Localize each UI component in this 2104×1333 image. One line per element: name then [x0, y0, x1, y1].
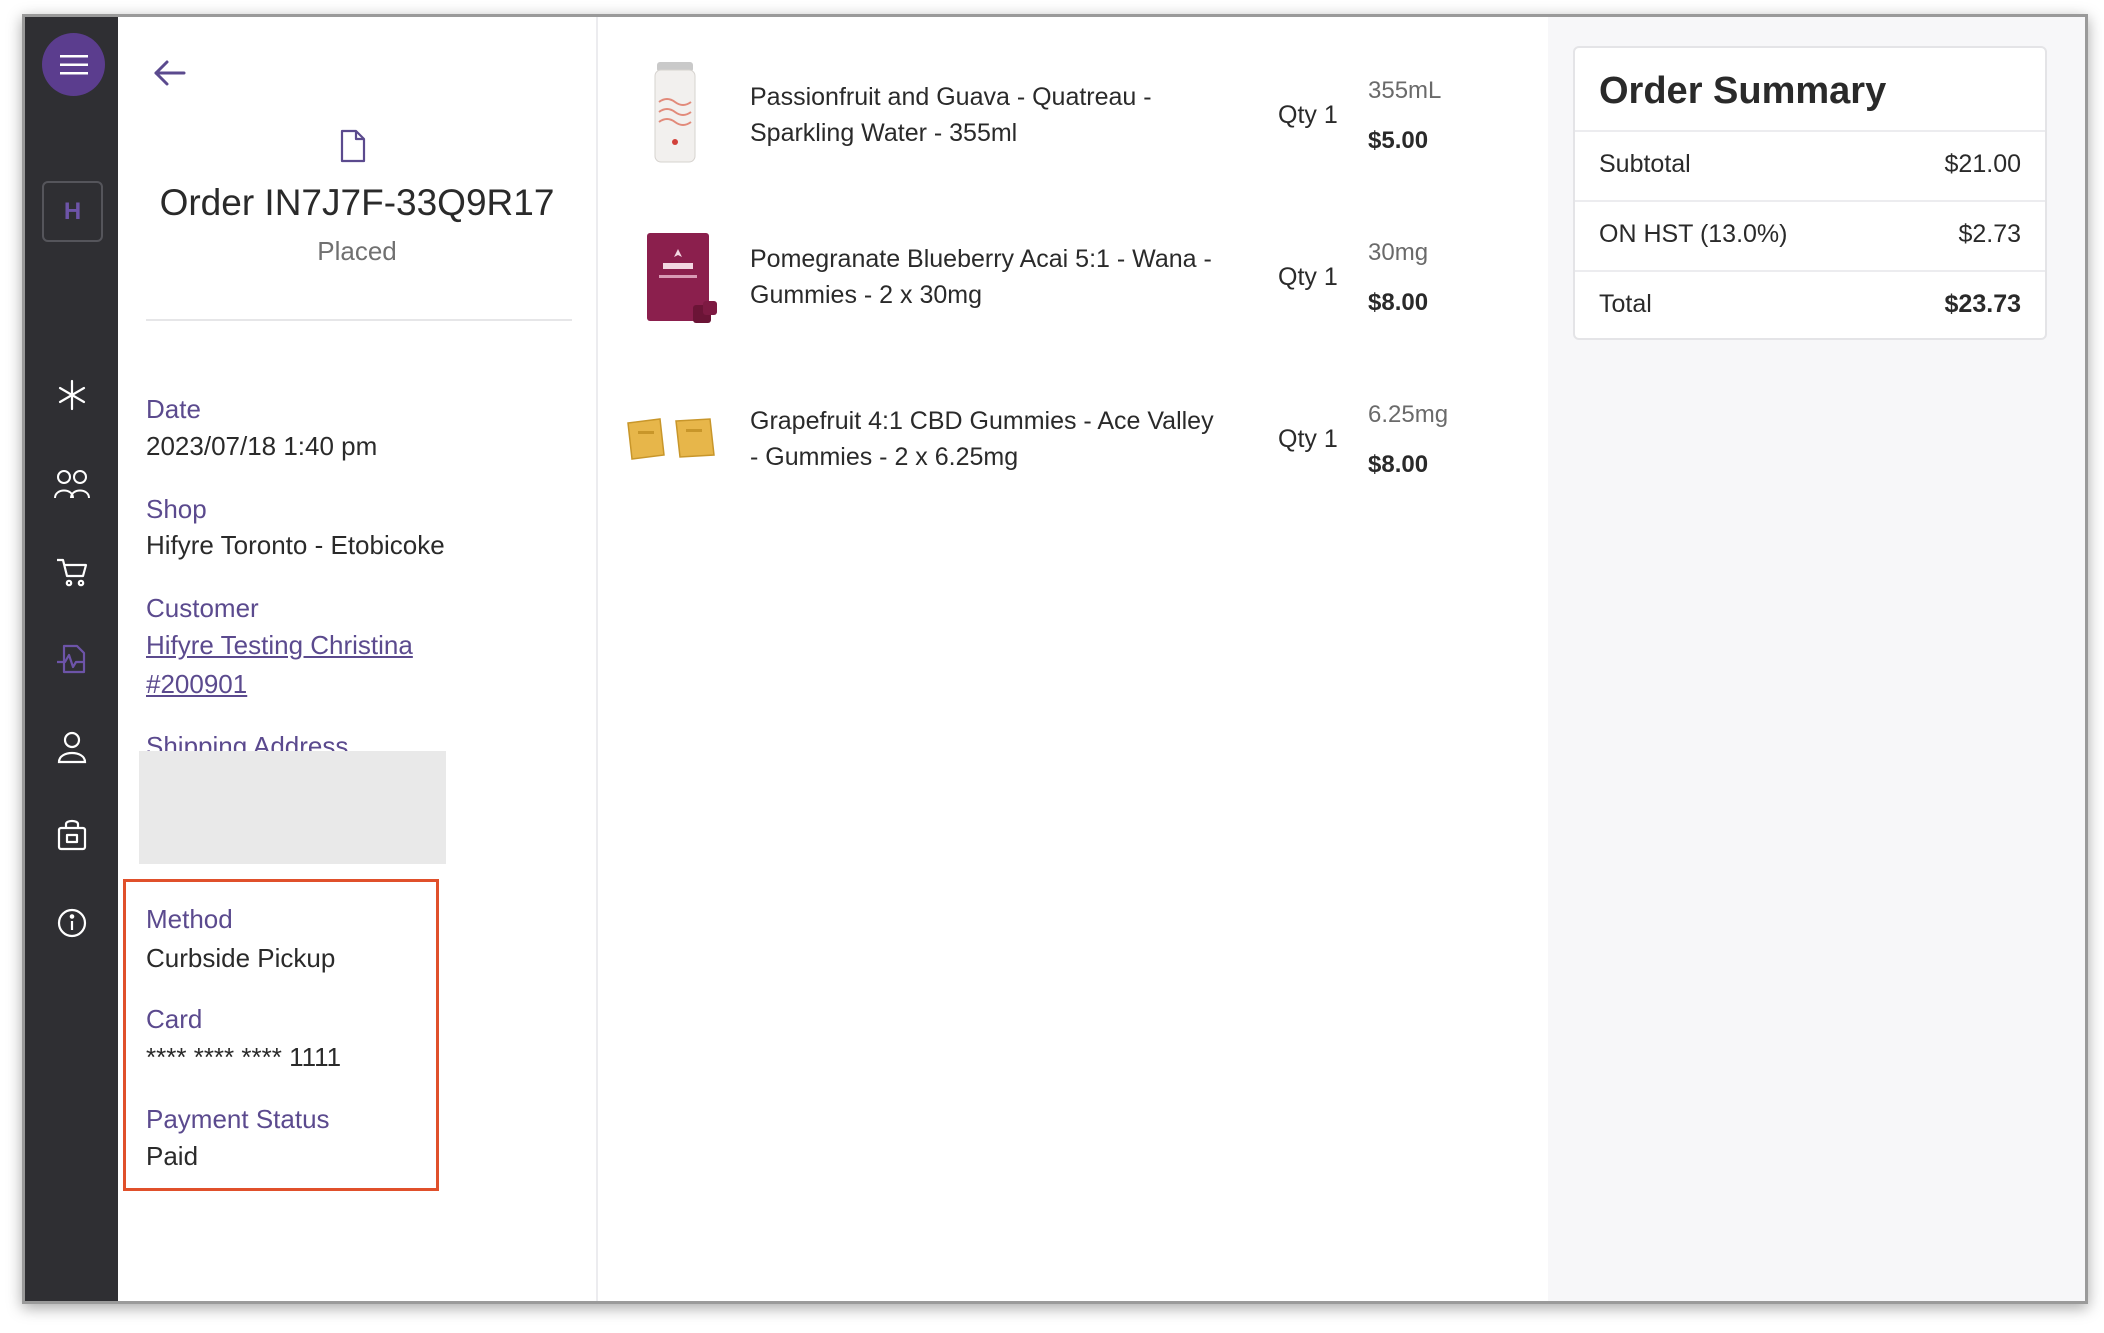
- item-name: Pomegranate Blueberry Acai 5:1 - Wana -G…: [750, 245, 1212, 309]
- nav-profile[interactable]: [52, 727, 92, 767]
- back-arrow-icon: [154, 60, 186, 86]
- date-value: 2023/07/18 1:40 pm: [146, 431, 378, 461]
- hamburger-menu-icon: [59, 54, 88, 74]
- product-image: [647, 233, 717, 323]
- list-item[interactable]: Pomegranate Blueberry Acai 5:1 - Wana -G…: [598, 209, 1548, 349]
- item-size: 355mL: [1368, 77, 1442, 104]
- product-image: [654, 62, 696, 163]
- item-name: Passionfruit and Guava - Quatreau - Spark…: [750, 83, 1152, 147]
- nav-orders[interactable]: [52, 552, 92, 592]
- subtotal-row: Subtotal $21.00: [1575, 130, 2045, 200]
- total-row: Total $23.73: [1575, 270, 2045, 340]
- method-label: Method: [146, 904, 233, 934]
- nav-products[interactable]: [52, 815, 92, 855]
- user-icon: [57, 731, 87, 764]
- shop-switcher[interactable]: H: [42, 181, 103, 242]
- tax-value: $2.73: [1958, 220, 2021, 248]
- item-price: $8.00: [1368, 451, 1429, 478]
- item-size: 6.25mg: [1368, 401, 1449, 428]
- nav-analytics[interactable]: [52, 639, 92, 679]
- analytics-icon: [57, 644, 86, 674]
- shop-value: Hifyre Toronto - Etobicoke: [146, 530, 445, 560]
- nav-info[interactable]: [52, 903, 92, 943]
- order-title: Order IN7J7F-33Q9R17: [159, 182, 555, 223]
- item-qty: Qty 1: [1278, 425, 1338, 453]
- total-value: $23.73: [1944, 290, 2021, 318]
- shipping-address-redacted: [139, 751, 446, 864]
- menu-button[interactable]: [42, 33, 105, 96]
- sidebar: H: [25, 17, 118, 1301]
- card-label: Card: [146, 1004, 203, 1034]
- shopping-bag-icon: [57, 819, 87, 851]
- list-item[interactable]: Passionfruit and Guava - Quatreau - Spark…: [598, 47, 1548, 187]
- sparkle-icon: [58, 379, 86, 411]
- customer-id-link[interactable]: #200901: [146, 669, 247, 700]
- back-button[interactable]: [150, 55, 190, 91]
- tax-label: ON HST (13.0%): [1599, 220, 1788, 248]
- item-size: 30mg: [1368, 239, 1429, 266]
- card-value: **** **** **** 1111: [146, 1042, 342, 1072]
- nav-dashboard[interactable]: [52, 375, 92, 415]
- nav-customers[interactable]: [52, 464, 92, 504]
- subtotal-label: Subtotal: [1599, 150, 1691, 178]
- order-items-list: Passionfruit and Guava - Quatreau - Spark…: [598, 17, 1548, 1301]
- summary-title: Order Summary: [1599, 70, 1887, 112]
- payment-status-value: Paid: [146, 1141, 199, 1171]
- document-icon: [338, 129, 368, 163]
- product-image: [627, 418, 715, 460]
- method-value: Curbside Pickup: [146, 943, 336, 973]
- date-label: Date: [146, 394, 201, 424]
- item-price: $8.00: [1368, 289, 1429, 316]
- customer-name-link[interactable]: Hifyre Testing Christina: [146, 630, 413, 661]
- total-label: Total: [1599, 290, 1652, 318]
- subtotal-value: $21.00: [1944, 150, 2021, 178]
- payment-status-label: Payment Status: [146, 1104, 330, 1134]
- item-name: Grapefruit 4:1 CBD Gummies - Ace Valley -…: [750, 407, 1214, 471]
- order-summary-panel: Order Summary Subtotal $21.00 ON HST (13…: [1548, 17, 2085, 1301]
- info-icon: [57, 908, 87, 938]
- cart-icon: [57, 558, 88, 587]
- list-item[interactable]: Grapefruit 4:1 CBD Gummies - Ace Valley -…: [598, 371, 1548, 511]
- customer-label: Customer: [146, 593, 259, 623]
- tax-row: ON HST (13.0%) $2.73: [1575, 200, 2045, 270]
- item-price: $5.00: [1368, 127, 1429, 154]
- app-window: H Order IN7J7F-33Q9R17 Placed Date 2023/…: [22, 14, 2088, 1304]
- item-qty: Qty 1: [1278, 263, 1338, 291]
- shop-label: Shop: [146, 494, 207, 524]
- divider: [146, 319, 572, 321]
- order-detail-panel: Order IN7J7F-33Q9R17 Placed Date 2023/07…: [118, 17, 598, 1301]
- item-qty: Qty 1: [1278, 101, 1338, 129]
- order-summary-card: Order Summary Subtotal $21.00 ON HST (13…: [1573, 46, 2047, 340]
- users-icon: [54, 470, 90, 499]
- order-status: Placed: [317, 236, 397, 266]
